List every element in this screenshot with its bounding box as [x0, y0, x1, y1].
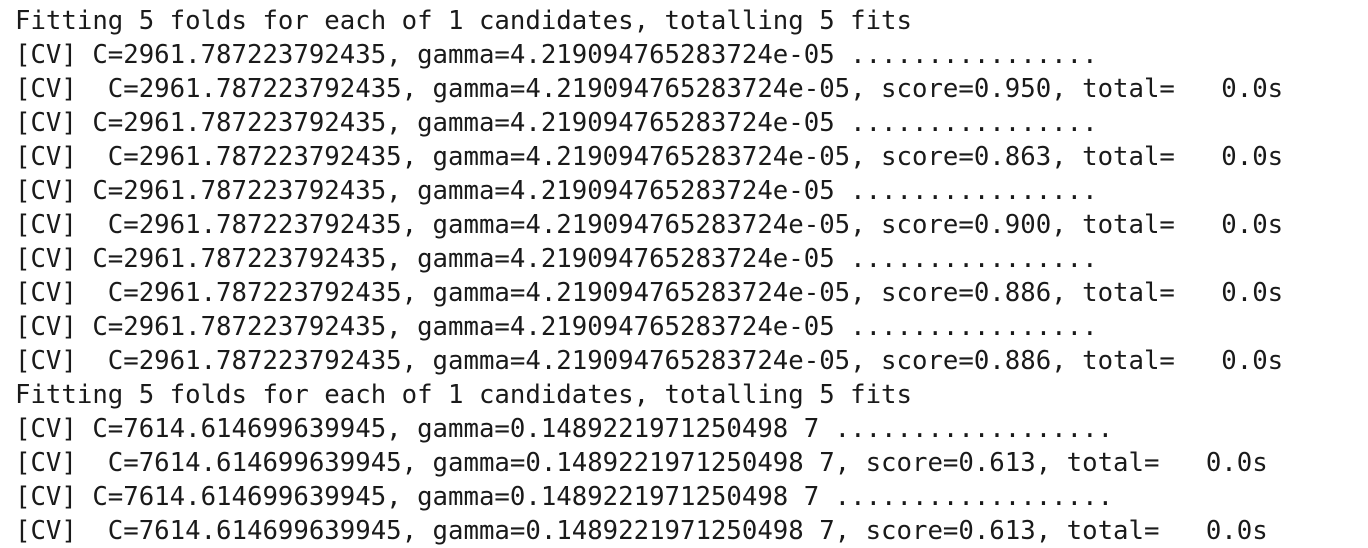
console-line: [CV] C=2961.787223792435, gamma=4.219094…: [15, 40, 1098, 70]
console-line: Fitting 5 folds for each of 1 candidates…: [15, 380, 912, 410]
console-line: [CV] C=2961.787223792435, gamma=4.219094…: [15, 74, 1284, 104]
console-line: [CV] C=2961.787223792435, gamma=4.219094…: [15, 176, 1098, 206]
console-line: [CV] C=2961.787223792435, gamma=4.219094…: [15, 278, 1284, 308]
console-line: [CV] C=2961.787223792435, gamma=4.219094…: [15, 312, 1098, 342]
console-line: [CV] C=7614.614699639945, gamma=0.148922…: [15, 448, 1268, 478]
console-line: [CV] C=2961.787223792435, gamma=4.219094…: [15, 210, 1284, 240]
console-line: [CV] C=7614.614699639945, gamma=0.148922…: [15, 516, 1268, 546]
console-output: Fitting 5 folds for each of 1 candidates…: [15, 4, 1368, 548]
console-line: [CV] C=2961.787223792435, gamma=4.219094…: [15, 142, 1284, 172]
console-line: [CV] C=2961.787223792435, gamma=4.219094…: [15, 346, 1284, 376]
console-line: Fitting 5 folds for each of 1 candidates…: [15, 6, 912, 36]
console-line: [CV] C=7614.614699639945, gamma=0.148922…: [15, 414, 1114, 444]
console-line: [CV] C=2961.787223792435, gamma=4.219094…: [15, 108, 1098, 138]
console-line: [CV] C=7614.614699639945, gamma=0.148922…: [15, 482, 1114, 512]
console-line: [CV] C=2961.787223792435, gamma=4.219094…: [15, 244, 1098, 274]
